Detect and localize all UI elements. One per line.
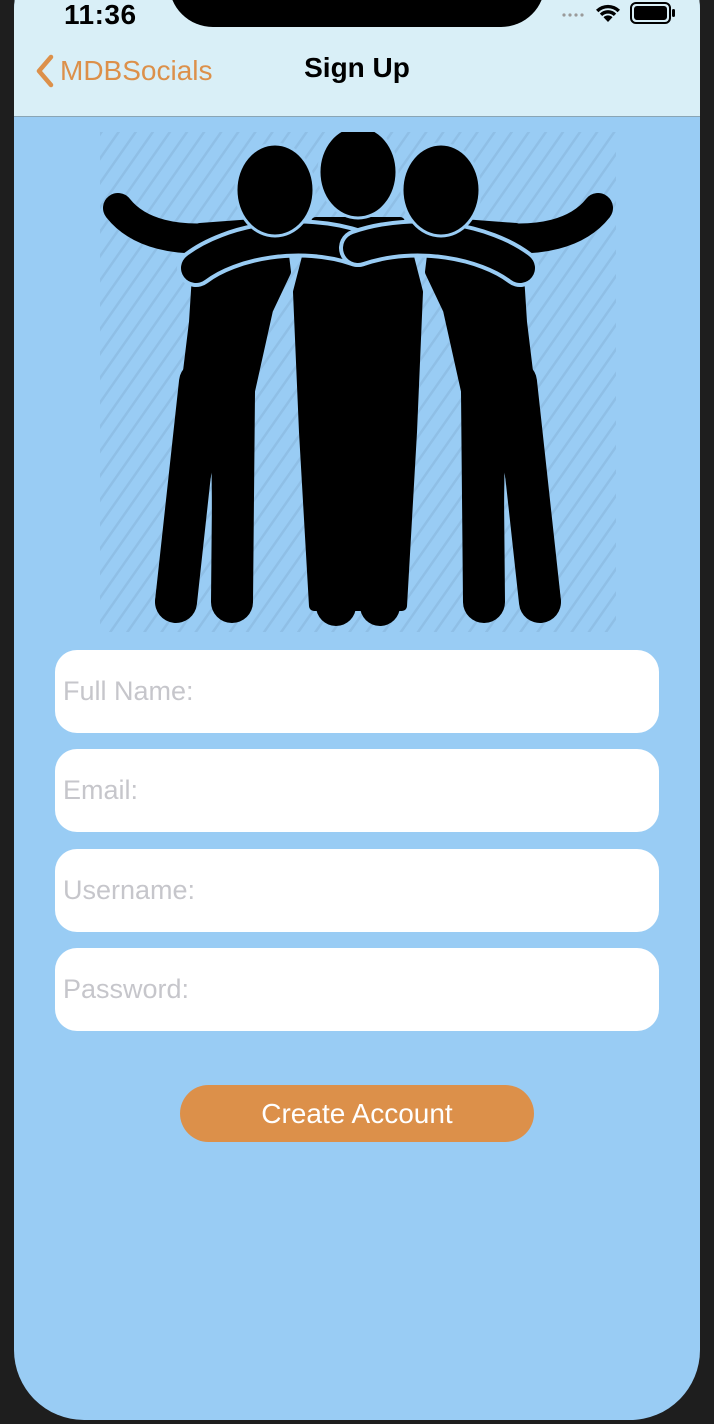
status-time: 11:36 xyxy=(64,0,137,30)
wifi-icon xyxy=(596,4,620,22)
cellular-signal-icon xyxy=(562,13,584,17)
password-field[interactable] xyxy=(55,948,659,1031)
navigation-bar: MDBSocials Sign Up xyxy=(14,30,700,117)
status-icons xyxy=(562,0,676,28)
full-name-field[interactable] xyxy=(55,650,659,733)
email-field[interactable] xyxy=(55,749,659,832)
username-field[interactable] xyxy=(55,849,659,932)
phone-screen: 11:36 MDBSocials Sign Up Full Name: Emai… xyxy=(14,0,700,1420)
three-friends-hugging-icon xyxy=(100,132,616,632)
create-account-button[interactable]: Create Account xyxy=(180,1085,534,1142)
page-title: Sign Up xyxy=(304,52,410,83)
battery-icon xyxy=(630,2,675,24)
device-notch xyxy=(169,0,545,27)
